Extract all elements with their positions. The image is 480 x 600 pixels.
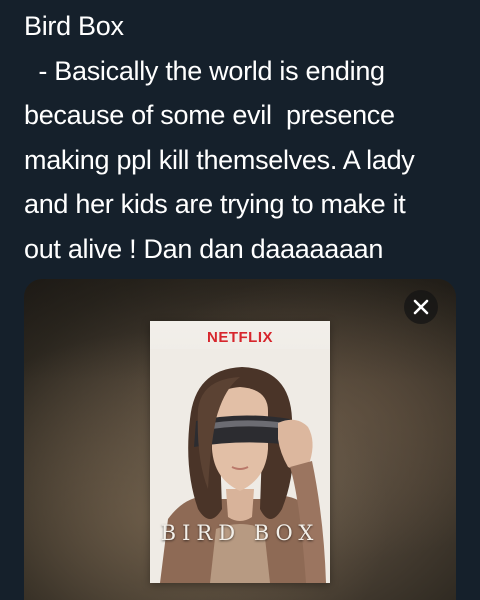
poster-title: BIRD BOX: [160, 521, 320, 545]
media-card[interactable]: NETFLIX BIRD BOX: [24, 279, 456, 600]
tweet-line: because of some evil presence: [24, 100, 395, 130]
tweet-line-title: Bird Box: [24, 11, 124, 41]
close-button[interactable]: [404, 290, 438, 324]
tweet-line: - Basically the world is ending: [24, 55, 385, 86]
poster-brand-logo: NETFLIX: [207, 329, 273, 346]
tweet-line: and her kids are trying to make it: [24, 189, 406, 219]
tweet-line: out alive ! Dan dan daaaaaaan: [24, 233, 384, 264]
close-x-icon: [413, 299, 429, 315]
movie-poster[interactable]: NETFLIX BIRD BOX: [150, 321, 330, 583]
poster-artwork: [150, 349, 330, 583]
tweet-line: making ppl kill themselves. A lady: [24, 144, 415, 175]
tweet-text: Bird Box - Basically the world is ending…: [24, 4, 464, 271]
